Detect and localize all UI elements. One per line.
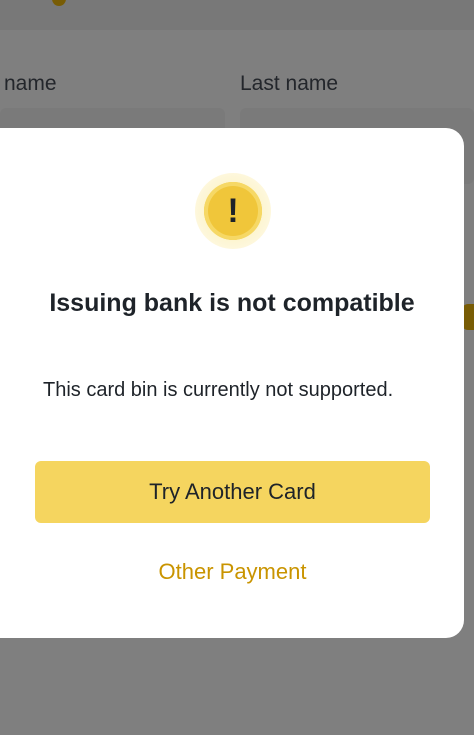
exclamation-icon: ! (227, 192, 239, 230)
dialog-message: This card bin is currently not supported… (43, 379, 394, 401)
other-payment-button[interactable]: Other Payment (35, 552, 430, 592)
warning-icon: ! (204, 182, 262, 240)
warning-icon-halo: ! (195, 173, 271, 249)
error-dialog: ! Issuing bank is not compatible This ca… (0, 128, 464, 638)
dialog-title: Issuing bank is not compatible (49, 289, 415, 317)
try-another-card-button[interactable]: Try Another Card (35, 461, 430, 523)
